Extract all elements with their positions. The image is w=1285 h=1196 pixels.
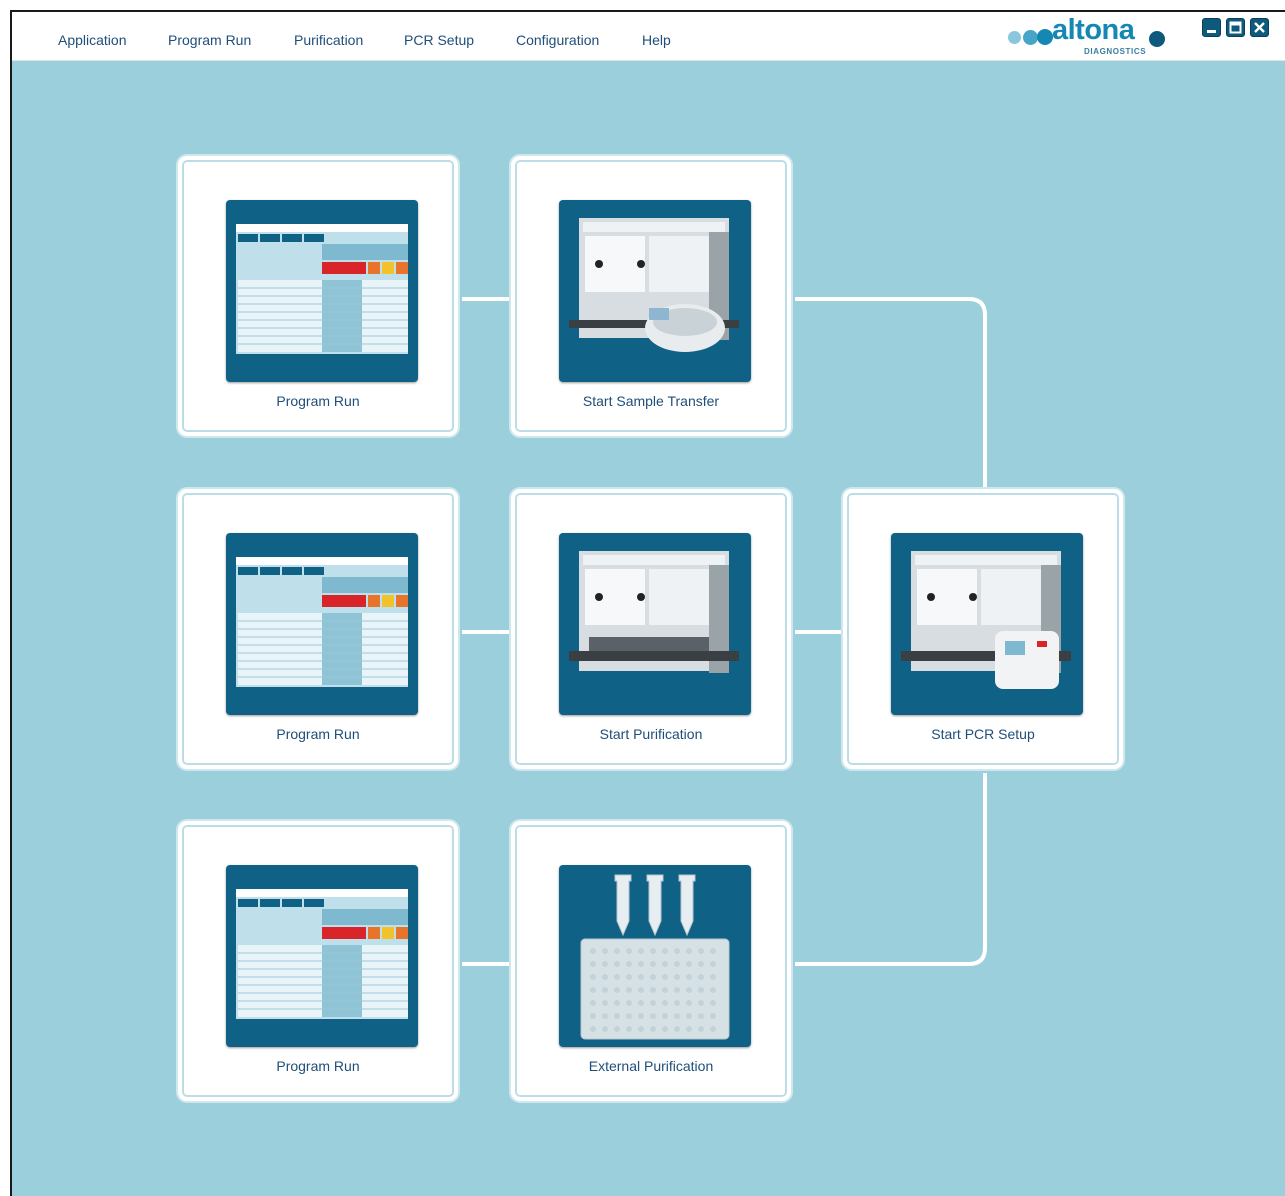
- liquid-handler-image: [559, 533, 751, 715]
- tile-start-pcr-setup[interactable]: Start PCR Setup: [843, 489, 1123, 769]
- tile-external-purification[interactable]: External Purification: [511, 821, 791, 1101]
- liquid-handler-centrifuge-image: [559, 200, 751, 382]
- program-run-thumbnail: [226, 533, 418, 715]
- tile-label: Program Run: [276, 726, 360, 742]
- tile-label: Program Run: [276, 1058, 360, 1074]
- program-run-thumbnail: [226, 865, 418, 1047]
- liquid-handler-thermocycler-image: [891, 533, 1083, 715]
- tile-program-run-3[interactable]: Program Run: [178, 821, 458, 1101]
- tile-label: Program Run: [276, 393, 360, 409]
- tile-label: Start Sample Transfer: [582, 393, 720, 409]
- tile-start-purification[interactable]: Start Purification: [511, 489, 791, 769]
- program-run-thumbnail: [226, 200, 418, 382]
- tile-start-sample-transfer[interactable]: Start Sample Transfer: [511, 156, 791, 436]
- tile-label: Start Purification: [599, 726, 703, 742]
- tile-label: External Purification: [588, 1058, 714, 1074]
- tile-label: Start PCR Setup: [931, 726, 1035, 742]
- tile-program-run-2[interactable]: Program Run: [178, 489, 458, 769]
- app-window: Application Program Run Purification PCR…: [10, 10, 1285, 1196]
- tubes-and-plate-image: [559, 865, 751, 1047]
- tile-program-run-1[interactable]: Program Run: [178, 156, 458, 436]
